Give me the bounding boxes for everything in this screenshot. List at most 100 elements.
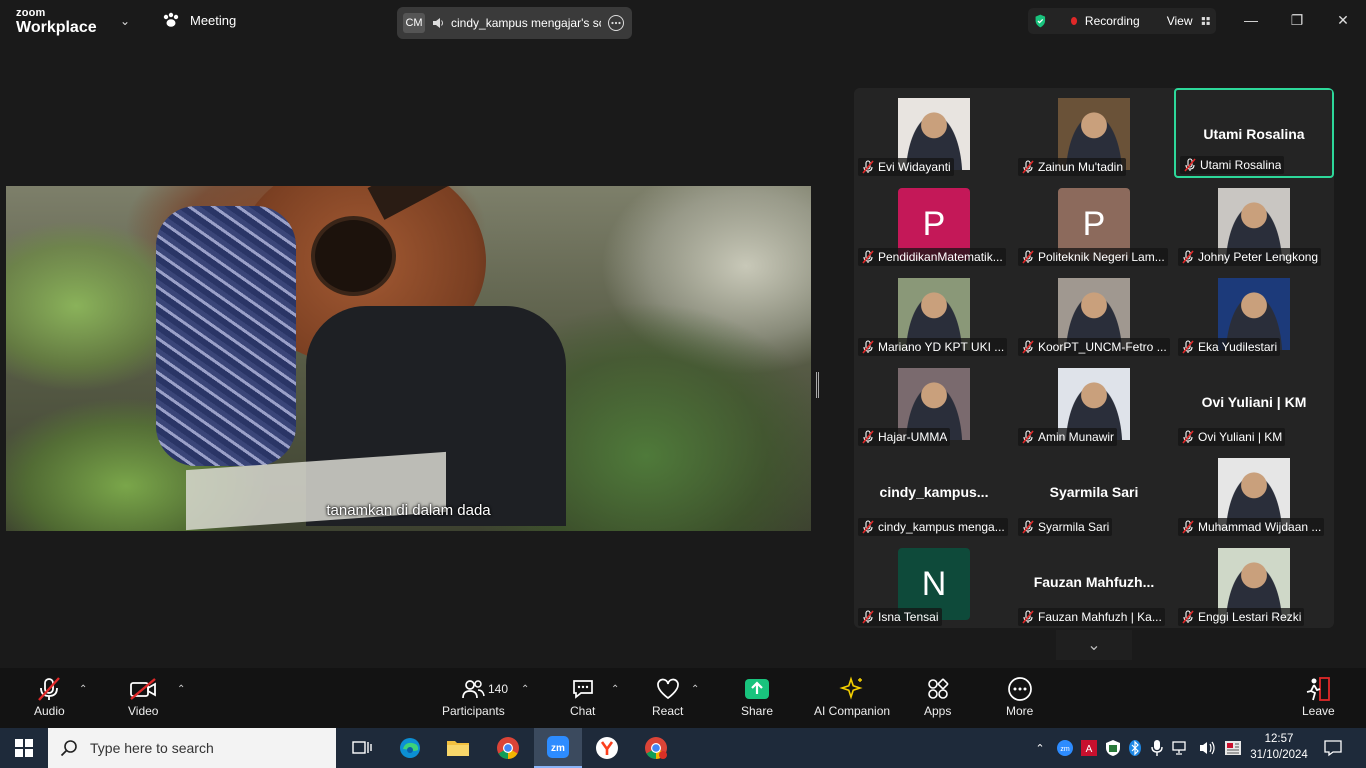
participants-button[interactable]: Participants xyxy=(442,674,505,718)
apps-icon xyxy=(927,678,949,699)
chevron-down-icon[interactable]: ⌄ xyxy=(120,14,130,28)
react-button[interactable]: React xyxy=(652,674,683,718)
participant-name: Utami Rosalina xyxy=(1200,158,1282,172)
recording-label[interactable]: Recording xyxy=(1085,14,1140,28)
gallery-next-page-icon[interactable]: ⌄ xyxy=(1056,630,1132,660)
participant-tile[interactable]: Zainun Mu'tadin xyxy=(1014,88,1174,178)
more-label: More xyxy=(1006,704,1034,718)
mic-muted-icon xyxy=(862,610,874,624)
audio-button[interactable]: Audio xyxy=(34,674,65,718)
participant-tile[interactable]: Syarmila Sari Syarmila Sari xyxy=(1014,448,1174,538)
participant-tile[interactable]: Muhammad Wijdaan ... xyxy=(1174,448,1334,538)
chat-button[interactable]: Chat xyxy=(570,674,595,718)
participant-tile[interactable]: Utami Rosalina Utami Rosalina xyxy=(1174,88,1334,178)
svg-text:A: A xyxy=(1086,744,1093,755)
participant-tile[interactable]: Enggi Lestari Rezki xyxy=(1174,538,1334,628)
participant-name-label: Ovi Yuliani | KM xyxy=(1178,428,1286,446)
guitar-soundhole xyxy=(311,216,396,296)
bluetooth-icon[interactable] xyxy=(1128,739,1142,757)
volume-icon[interactable] xyxy=(1198,740,1216,756)
news-tray-icon[interactable] xyxy=(1224,740,1242,756)
speaker-icon xyxy=(433,18,443,28)
participant-tile[interactable]: Hajar-UMMA xyxy=(854,358,1014,448)
leave-icon xyxy=(1307,677,1331,701)
react-options-chevron-icon[interactable]: ⌃ xyxy=(691,684,699,695)
restore-icon[interactable]: ❐ xyxy=(1274,0,1320,40)
participant-tile[interactable]: Fauzan Mahfuzh... Fauzan Mahfuzh | Ka... xyxy=(1014,538,1174,628)
participant-tile[interactable]: P PendidikanMatematik... xyxy=(854,178,1014,268)
participants-label: Participants xyxy=(442,704,505,718)
participant-tile[interactable]: N Isna Tensai xyxy=(854,538,1014,628)
file-explorer-icon[interactable] xyxy=(434,728,482,768)
leave-button[interactable]: Leave xyxy=(1302,674,1335,718)
participant-name: Johny Peter Lengkong xyxy=(1198,250,1319,264)
chat-options-chevron-icon[interactable]: ⌃ xyxy=(611,684,619,695)
participant-tile[interactable]: Evi Widayanti xyxy=(854,88,1014,178)
share-button[interactable]: Share xyxy=(741,674,773,718)
video-subtitle: tanamkan di dalam dada xyxy=(326,502,491,519)
windows-start-icon[interactable] xyxy=(0,728,48,768)
participant-name: Syarmila Sari xyxy=(1038,520,1110,534)
participant-name: Isna Tensai xyxy=(878,610,939,624)
video-options-chevron-icon[interactable]: ⌃ xyxy=(177,684,185,695)
taskbar-clock[interactable]: 12:57 31/10/2024 xyxy=(1246,731,1312,763)
apps-label: Apps xyxy=(924,704,952,718)
zoom-tray-icon[interactable]: zm xyxy=(1056,739,1074,757)
minimize-icon[interactable]: — xyxy=(1228,0,1274,40)
participant-name-label: Politeknik Negeri Lam... xyxy=(1018,248,1168,266)
yandex-browser-icon[interactable] xyxy=(583,728,631,768)
participant-tile[interactable]: P Politeknik Negeri Lam... xyxy=(1014,178,1174,268)
participant-name-label: Eka Yudilestari xyxy=(1178,338,1281,356)
audio-options-chevron-icon[interactable]: ⌃ xyxy=(79,684,87,695)
participant-tile[interactable]: Ovi Yuliani | KM Ovi Yuliani | KM xyxy=(1174,358,1334,448)
clock-time: 12:57 xyxy=(1264,733,1294,745)
edge-browser-icon[interactable] xyxy=(386,728,434,768)
video-button[interactable]: Video xyxy=(128,674,158,718)
zoom-app-icon[interactable]: zm xyxy=(534,728,582,768)
chrome-icon[interactable] xyxy=(484,728,532,768)
defender-tray-icon[interactable] xyxy=(1104,739,1122,757)
microphone-tray-icon[interactable] xyxy=(1150,739,1164,757)
participant-tile[interactable]: Johny Peter Lengkong xyxy=(1174,178,1334,268)
network-icon[interactable] xyxy=(1172,740,1190,756)
task-view-icon[interactable] xyxy=(338,728,386,768)
participant-name-label: Evi Widayanti xyxy=(858,158,954,176)
meeting-toolbar: Audio ⌃ Video ⌃ Participants 140 ⌃ Chat … xyxy=(0,668,1366,728)
taskbar-search-box[interactable]: Type here to search xyxy=(48,728,336,768)
participant-display-name: Syarmila Sari xyxy=(1049,484,1139,500)
mic-muted-icon xyxy=(1182,430,1194,444)
split-drag-handle[interactable] xyxy=(816,372,819,398)
apps-button[interactable]: Apps xyxy=(924,674,951,718)
mic-muted-icon xyxy=(862,340,874,354)
notification-icon[interactable] xyxy=(1310,728,1356,768)
mic-muted-icon xyxy=(862,520,874,534)
mic-muted-icon xyxy=(862,430,874,444)
more-button[interactable]: More xyxy=(1006,674,1033,718)
view-button[interactable]: View xyxy=(1167,14,1193,28)
participant-name-label: Mariano YD KPT UKI ... xyxy=(858,338,1008,356)
chrome-profile-icon[interactable] xyxy=(632,728,680,768)
meeting-label: Meeting xyxy=(190,12,237,28)
ai-companion-button[interactable]: AI Companion xyxy=(814,674,890,718)
participant-tile[interactable]: Amin Munawir xyxy=(1014,358,1174,448)
participant-tile[interactable]: cindy_kampus... cindy_kampus menga... xyxy=(854,448,1014,538)
participant-tile[interactable]: KoorPT_UNCM-Fetro ... xyxy=(1014,268,1174,358)
mic-muted-icon xyxy=(1022,430,1034,444)
show-hidden-icons-icon[interactable]: ⌃ xyxy=(1030,742,1050,755)
app-tray-icon[interactable]: A xyxy=(1080,739,1098,757)
leave-label: Leave xyxy=(1302,704,1335,718)
screen-share-indicator[interactable]: CM cindy_kampus mengajar's screen xyxy=(397,7,632,39)
participant-name-label: Muhammad Wijdaan ... xyxy=(1178,518,1325,536)
close-icon[interactable]: ✕ xyxy=(1320,0,1366,40)
participant-name: cindy_kampus menga... xyxy=(878,520,1005,534)
audio-label: Audio xyxy=(34,704,65,718)
meeting-menu[interactable]: Meeting xyxy=(162,12,236,28)
more-options-icon[interactable] xyxy=(607,14,625,32)
participant-display-name: cindy_kampus... xyxy=(879,484,989,500)
shield-icon[interactable] xyxy=(1034,12,1047,30)
participant-name: Eka Yudilestari xyxy=(1198,340,1278,354)
participants-icon xyxy=(462,680,486,699)
participant-tile[interactable]: Mariano YD KPT UKI ... xyxy=(854,268,1014,358)
participant-tile[interactable]: Eka Yudilestari xyxy=(1174,268,1334,358)
participants-options-chevron-icon[interactable]: ⌃ xyxy=(521,684,529,695)
